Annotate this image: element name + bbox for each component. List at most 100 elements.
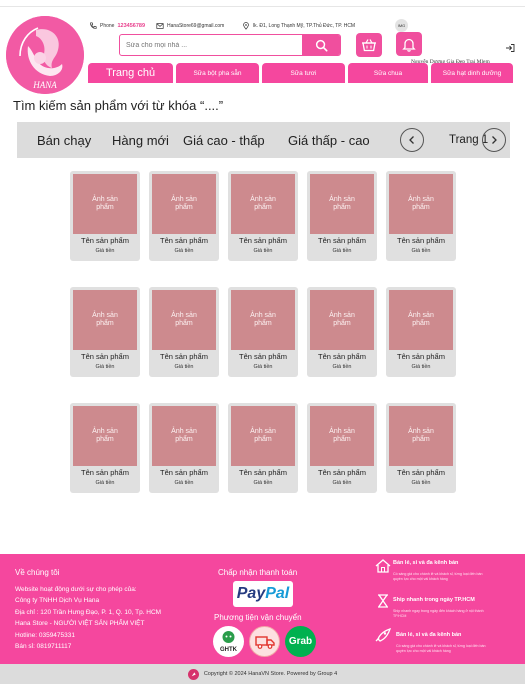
product-name[interactable]: Tên sản phẩm [149,468,219,477]
page: HANA Phone 123456789 HanaStore69@gmail.c… [0,0,525,684]
product-name[interactable]: Tên sản phẩm [149,236,219,245]
product-card[interactable]: Ảnh sản phẩm Tên sản phẩm Giá tiền [307,171,377,261]
product-name[interactable]: Tên sản phẩm [307,236,377,245]
product-card[interactable]: Ảnh sản phẩm Tên sản phẩm Giá tiền [70,287,140,377]
phone-icon [88,22,97,31]
product-name[interactable]: Tên sản phẩm [386,352,456,361]
rocket-icon [375,628,391,642]
location-pin-icon [241,22,250,31]
product-name[interactable]: Tên sản phẩm [228,236,298,245]
product-card[interactable]: Ảnh sản phẩm Tên sản phẩm Giá tiền [149,171,219,261]
product-name[interactable]: Tên sản phẩm [386,236,456,245]
search-input[interactable] [120,35,302,55]
about-line: Hana Store - NGƯỜI VIỆT SẢN PHẨM VIỆT [15,620,145,627]
paypal-logo: Pay Pal [233,581,293,607]
product-card[interactable]: Ảnh sản phẩm Tên sản phẩm Giá tiền [149,287,219,377]
product-name[interactable]: Tên sản phẩm [307,352,377,361]
address-info: lk. Đ1, Long Thạnh Mỹ, TP.Thủ Đức, TP. H… [241,20,355,32]
product-image[interactable]: Ảnh sản phẩm [389,174,453,234]
tab-yogurt[interactable]: Sữa chua [348,63,428,83]
hotline-line[interactable]: Hotline: 0359475331 [15,632,75,639]
product-price: Giá tiền [411,248,431,254]
product-price: Giá tiền [332,248,352,254]
mail-icon [155,22,164,31]
product-card[interactable]: Ảnh sản phẩm Tên sản phẩm Giá tiền [307,403,377,493]
footer: Về chúng tôi Website hoạt động dưới sự c… [0,554,525,664]
product-card[interactable]: Ảnh sản phẩm Tên sản phẩm Giá tiền [149,403,219,493]
tab-fresh-milk[interactable]: Sữa tươi [262,63,345,83]
product-card[interactable]: Ảnh sản phẩm Tên sản phẩm Giá tiền [386,287,456,377]
product-price: Giá tiền [332,364,352,370]
product-name[interactable]: Tên sản phẩm [70,352,140,361]
ghtk-label: GHTK [220,647,238,653]
paypal-text-a: Pay [236,585,266,602]
product-card[interactable]: Ảnh sản phẩm Tên sản phẩm Giá tiền [70,171,140,261]
tab-ready-milk-powder[interactable]: Sữa bột pha sẵn [176,63,259,83]
product-image[interactable]: Ảnh sản phẩm [231,290,295,350]
about-line: Website hoạt động dưới sự cho phép của: [15,586,137,593]
email-text[interactable]: HanaStore69@gmail.com [167,23,224,29]
product-name[interactable]: Tên sản phẩm [70,236,140,245]
sort-price-low-high[interactable]: Giá thấp - cao [288,122,370,158]
product-image[interactable]: Ảnh sản phẩm [231,406,295,466]
search-button[interactable] [302,35,340,55]
product-card[interactable]: Ảnh sản phẩm Tên sản phẩm Giá tiền [228,287,298,377]
product-card[interactable]: Ảnh sản phẩm Tên sản phẩm Giá tiền [307,287,377,377]
tab-home[interactable]: Trang chủ [88,63,173,83]
product-price: Giá tiền [95,364,115,370]
product-card[interactable]: Ảnh sản phẩm Tên sản phẩm Giá tiền [386,171,456,261]
product-image[interactable]: Ảnh sản phẩm [73,174,137,234]
product-image[interactable]: Ảnh sản phẩm [310,290,374,350]
product-image[interactable]: Ảnh sản phẩm [310,174,374,234]
user-avatar[interactable]: IMG [395,19,408,32]
product-name[interactable]: Tên sản phẩm [386,468,456,477]
wholesale-line[interactable]: Bán sỉ: 0819711117 [15,643,71,650]
store-home-icon [375,559,391,573]
sort-price-high-low[interactable]: Giá cao - thấp [183,122,265,158]
phone-label: Phone [100,23,115,29]
product-price: Giá tiền [332,480,352,486]
sort-newest[interactable]: Hàng mới [112,122,169,158]
search-bar [119,34,341,56]
phone-value[interactable]: 123456789 [117,23,145,29]
payment-heading: Chấp nhận thanh toán [218,568,298,577]
product-price: Giá tiền [174,364,194,370]
product-name[interactable]: Tên sản phẩm [149,352,219,361]
tab-nut-milk[interactable]: Sữa hạt dinh dưỡng [431,63,513,83]
shipping-heading: Phương tiện vận chuyển [214,613,302,622]
paypal-text-b: Pal [265,585,290,602]
product-image[interactable]: Ảnh sản phẩm [310,406,374,466]
product-price: Giá tiền [95,480,115,486]
hourglass-icon [378,594,388,608]
product-card[interactable]: Ảnh sản phẩm Tên sản phẩm Giá tiền [386,403,456,493]
product-name[interactable]: Tên sản phẩm [228,468,298,477]
copyright-logo-icon [187,668,199,680]
product-image[interactable]: Ảnh sản phẩm [152,174,216,234]
prev-page-button[interactable] [400,128,424,152]
hana-logo[interactable]: HANA [6,16,84,94]
product-image[interactable]: Ảnh sản phẩm [231,174,295,234]
product-card[interactable]: Ảnh sản phẩm Tên sản phẩm Giá tiền [228,403,298,493]
next-page-button[interactable] [482,128,506,152]
product-price: Giá tiền [174,480,194,486]
product-image[interactable]: Ảnh sản phẩm [152,290,216,350]
mother-baby-logo-icon: HANA [6,16,84,94]
product-card[interactable]: Ảnh sản phẩm Tên sản phẩm Giá tiền [70,403,140,493]
product-image[interactable]: Ảnh sản phẩm [152,406,216,466]
logout-icon[interactable] [505,43,515,53]
product-name[interactable]: Tên sản phẩm [307,468,377,477]
product-name[interactable]: Tên sản phẩm [70,468,140,477]
sort-best-selling[interactable]: Bán chạy [37,122,91,158]
notification-button[interactable] [396,32,422,56]
product-name[interactable]: Tên sản phẩm [228,352,298,361]
cart-button[interactable] [356,33,382,57]
product-image[interactable]: Ảnh sản phẩm [73,406,137,466]
product-image[interactable]: Ảnh sản phẩm [73,290,137,350]
product-price: Giá tiền [253,480,273,486]
product-image[interactable]: Ảnh sản phẩm [389,290,453,350]
search-icon [315,39,328,52]
about-heading: Về chúng tôi [15,568,60,577]
product-image[interactable]: Ảnh sản phẩm [389,406,453,466]
product-card[interactable]: Ảnh sản phẩm Tên sản phẩm Giá tiền [228,171,298,261]
product-price: Giá tiền [411,480,431,486]
